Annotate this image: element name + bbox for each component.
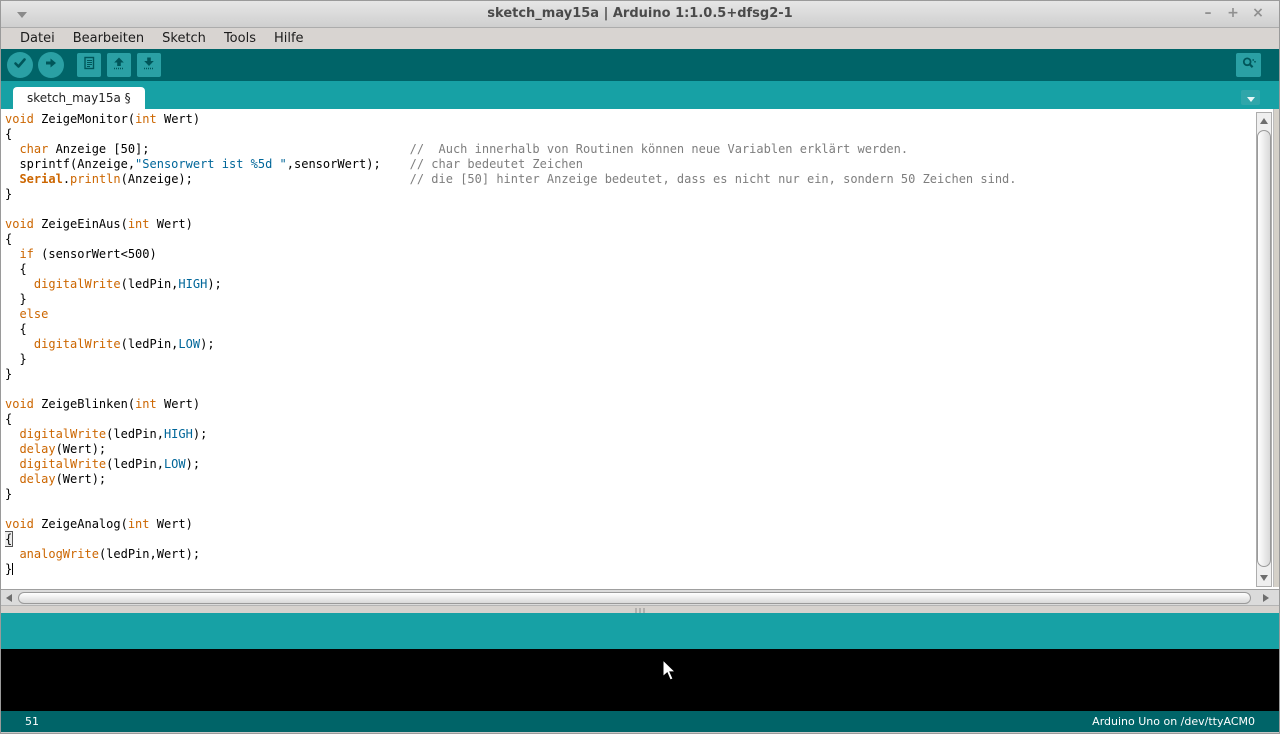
menu-bar: DateiBearbeitenSketchToolsHilfe bbox=[1, 28, 1279, 49]
arrow-down-icon bbox=[141, 55, 157, 75]
code-line: delay(Wert); bbox=[5, 442, 1249, 457]
editor-console-splitter[interactable] bbox=[1, 605, 1279, 613]
code-line: void ZeigeAnalog(int Wert) bbox=[5, 517, 1249, 532]
new-sketch-button[interactable] bbox=[77, 53, 101, 77]
editor-right-frame bbox=[1273, 109, 1279, 587]
tab-sketch-may15a[interactable]: sketch_may15a § bbox=[13, 87, 145, 109]
status-message-band bbox=[1, 613, 1279, 649]
code-line: { bbox=[5, 322, 1249, 337]
code-line: { bbox=[5, 232, 1249, 247]
code-line: digitalWrite(ledPin,LOW); bbox=[5, 457, 1249, 472]
toolbar-buttons bbox=[7, 52, 164, 78]
code-line: } bbox=[5, 292, 1249, 307]
vertical-scrollbar-thumb[interactable] bbox=[1257, 130, 1271, 567]
maximize-button[interactable]: + bbox=[1226, 5, 1240, 21]
code-line: void ZeigeMonitor(int Wert) bbox=[5, 112, 1249, 127]
code-line bbox=[5, 202, 1249, 217]
code-line bbox=[5, 382, 1249, 397]
chevron-down-icon bbox=[1246, 88, 1256, 107]
code-line: digitalWrite(ledPin,LOW); bbox=[5, 337, 1249, 352]
mouse-cursor bbox=[662, 659, 677, 686]
magnifier-icon bbox=[1241, 55, 1257, 75]
menu-item-sketch[interactable]: Sketch bbox=[153, 29, 215, 48]
save-button[interactable] bbox=[137, 53, 161, 77]
editor-pane[interactable]: void ZeigeMonitor(int Wert){ char Anzeig… bbox=[1, 109, 1279, 589]
arduino-ide-window: sketch_may15a | Arduino 1:1.0.5+dfsg2-1 … bbox=[0, 0, 1280, 734]
code-line: char Anzeige [50]; // Auch innerhalb von… bbox=[5, 142, 1249, 157]
open-button[interactable] bbox=[107, 53, 131, 77]
code-line: else bbox=[5, 307, 1249, 322]
code-line: digitalWrite(ledPin,HIGH); bbox=[5, 277, 1249, 292]
verify-button[interactable] bbox=[7, 52, 33, 78]
code-line: Serial.println(Anzeige); // die [50] hin… bbox=[5, 172, 1249, 187]
text-caret bbox=[12, 563, 13, 575]
scroll-up-arrow-icon[interactable] bbox=[1260, 118, 1268, 124]
code-line: { bbox=[5, 532, 1249, 547]
tab-list-dropdown-button[interactable] bbox=[1241, 90, 1260, 105]
code-line: { bbox=[5, 412, 1249, 427]
menu-item-tools[interactable]: Tools bbox=[215, 29, 265, 48]
menu-item-datei[interactable]: Datei bbox=[11, 29, 64, 48]
code-line: void ZeigeBlinken(int Wert) bbox=[5, 397, 1249, 412]
horizontal-scrollbar-thumb[interactable] bbox=[18, 592, 1251, 604]
arrow-up-icon bbox=[111, 55, 127, 75]
arrow-right-icon bbox=[43, 55, 59, 75]
console-output bbox=[1, 649, 1279, 711]
code-line bbox=[5, 502, 1249, 517]
code-line: } bbox=[5, 367, 1249, 382]
code-line: { bbox=[5, 262, 1249, 277]
code-line: sprintf(Anzeige,"Sensorwert ist %5d ",se… bbox=[5, 157, 1249, 172]
window-controls: –+ × bbox=[1201, 5, 1265, 21]
upload-button[interactable] bbox=[38, 52, 64, 78]
title-bar: sketch_may15a | Arduino 1:1.0.5+dfsg2-1 … bbox=[1, 1, 1279, 28]
status-bar: 51 Arduino Uno on /dev/ttyACM0 bbox=[1, 711, 1279, 732]
scroll-right-arrow-icon[interactable] bbox=[1263, 594, 1269, 602]
code-line: } bbox=[5, 487, 1249, 502]
code-line: } bbox=[5, 187, 1249, 202]
vertical-scrollbar[interactable] bbox=[1256, 112, 1272, 587]
board-port-info: Arduino Uno on /dev/ttyACM0 bbox=[1092, 715, 1255, 728]
code-editor[interactable]: void ZeigeMonitor(int Wert){ char Anzeig… bbox=[5, 112, 1249, 589]
code-line: if (sensorWert<500) bbox=[5, 247, 1249, 262]
horizontal-scrollbar[interactable] bbox=[6, 592, 1251, 604]
document-icon bbox=[81, 55, 97, 75]
code-line: { bbox=[5, 127, 1249, 142]
window-title: sketch_may15a | Arduino 1:1.0.5+dfsg2-1 bbox=[1, 6, 1279, 21]
code-line: analogWrite(ledPin,Wert); bbox=[5, 547, 1249, 562]
tab-strip: sketch_may15a § bbox=[1, 81, 1279, 109]
code-line: digitalWrite(ledPin,HIGH); bbox=[5, 427, 1249, 442]
minimize-button[interactable]: – bbox=[1201, 5, 1215, 21]
code-line: void ZeigeEinAus(int Wert) bbox=[5, 217, 1249, 232]
scroll-left-arrow-icon[interactable] bbox=[6, 594, 12, 602]
menu-item-hilfe[interactable]: Hilfe bbox=[265, 29, 313, 48]
line-number: 51 bbox=[25, 715, 39, 728]
code-line: } bbox=[5, 352, 1249, 367]
scroll-down-arrow-icon[interactable] bbox=[1260, 575, 1268, 581]
toolbar bbox=[1, 49, 1279, 81]
check-icon bbox=[12, 55, 28, 75]
tab-label: sketch_may15a § bbox=[27, 91, 131, 105]
code-line: } bbox=[5, 562, 1249, 577]
close-button[interactable]: × bbox=[1251, 5, 1265, 21]
horizontal-scrollbar-strip bbox=[1, 589, 1279, 605]
code-line: delay(Wert); bbox=[5, 472, 1249, 487]
menu-item-bearbeiten[interactable]: Bearbeiten bbox=[64, 29, 153, 48]
serial-monitor-button[interactable] bbox=[1236, 53, 1261, 77]
